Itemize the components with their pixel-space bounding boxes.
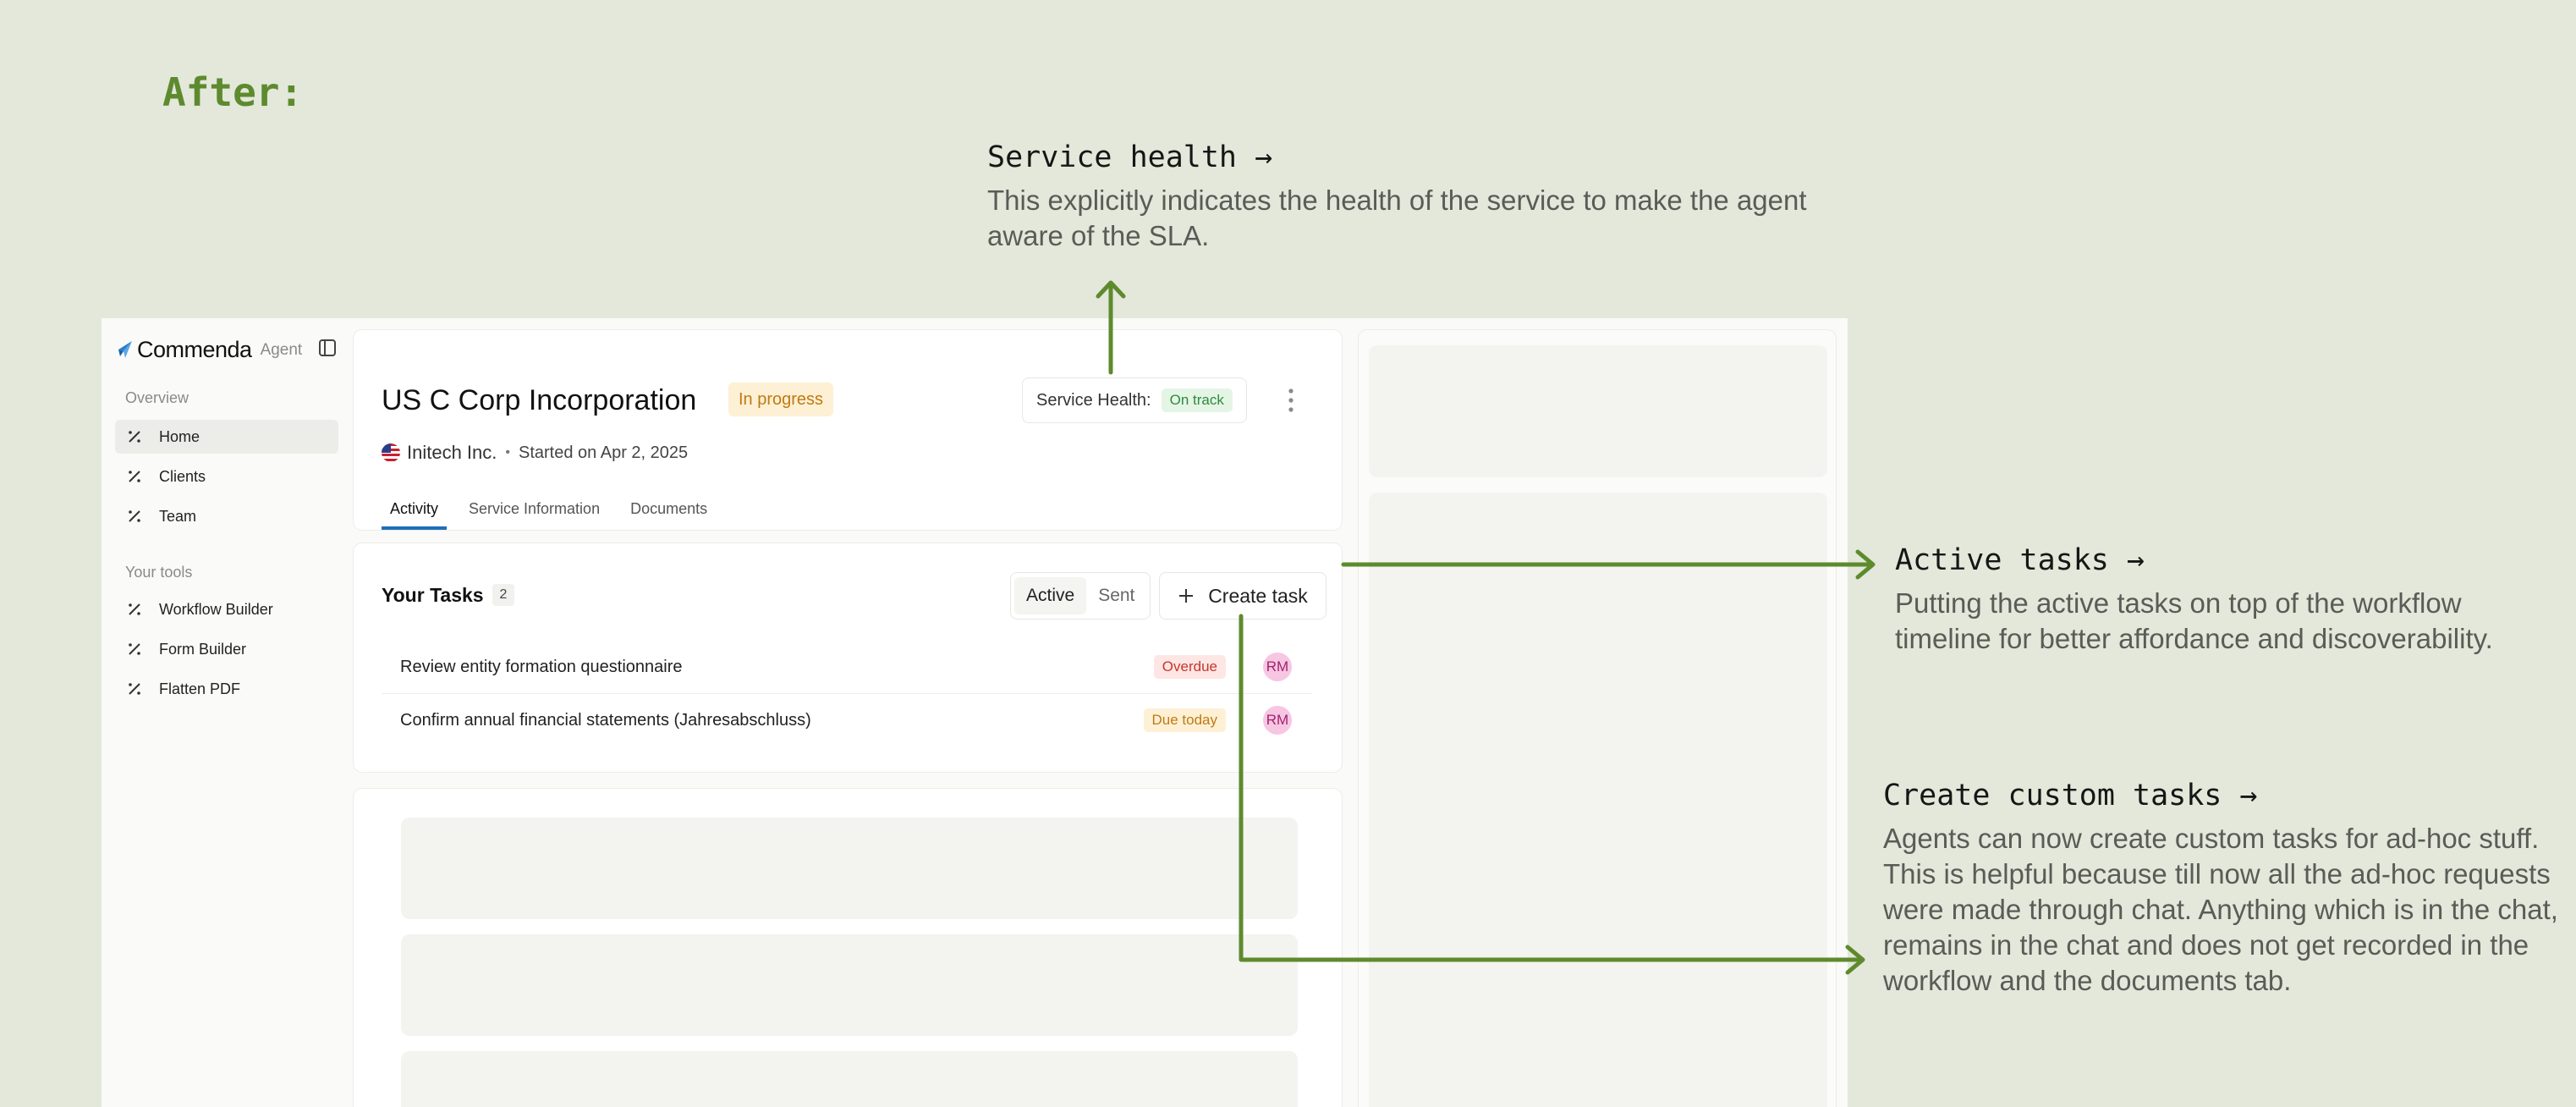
arrow-create-custom-tasks bbox=[1239, 614, 1864, 962]
annotation-arrows bbox=[1096, 280, 1876, 975]
